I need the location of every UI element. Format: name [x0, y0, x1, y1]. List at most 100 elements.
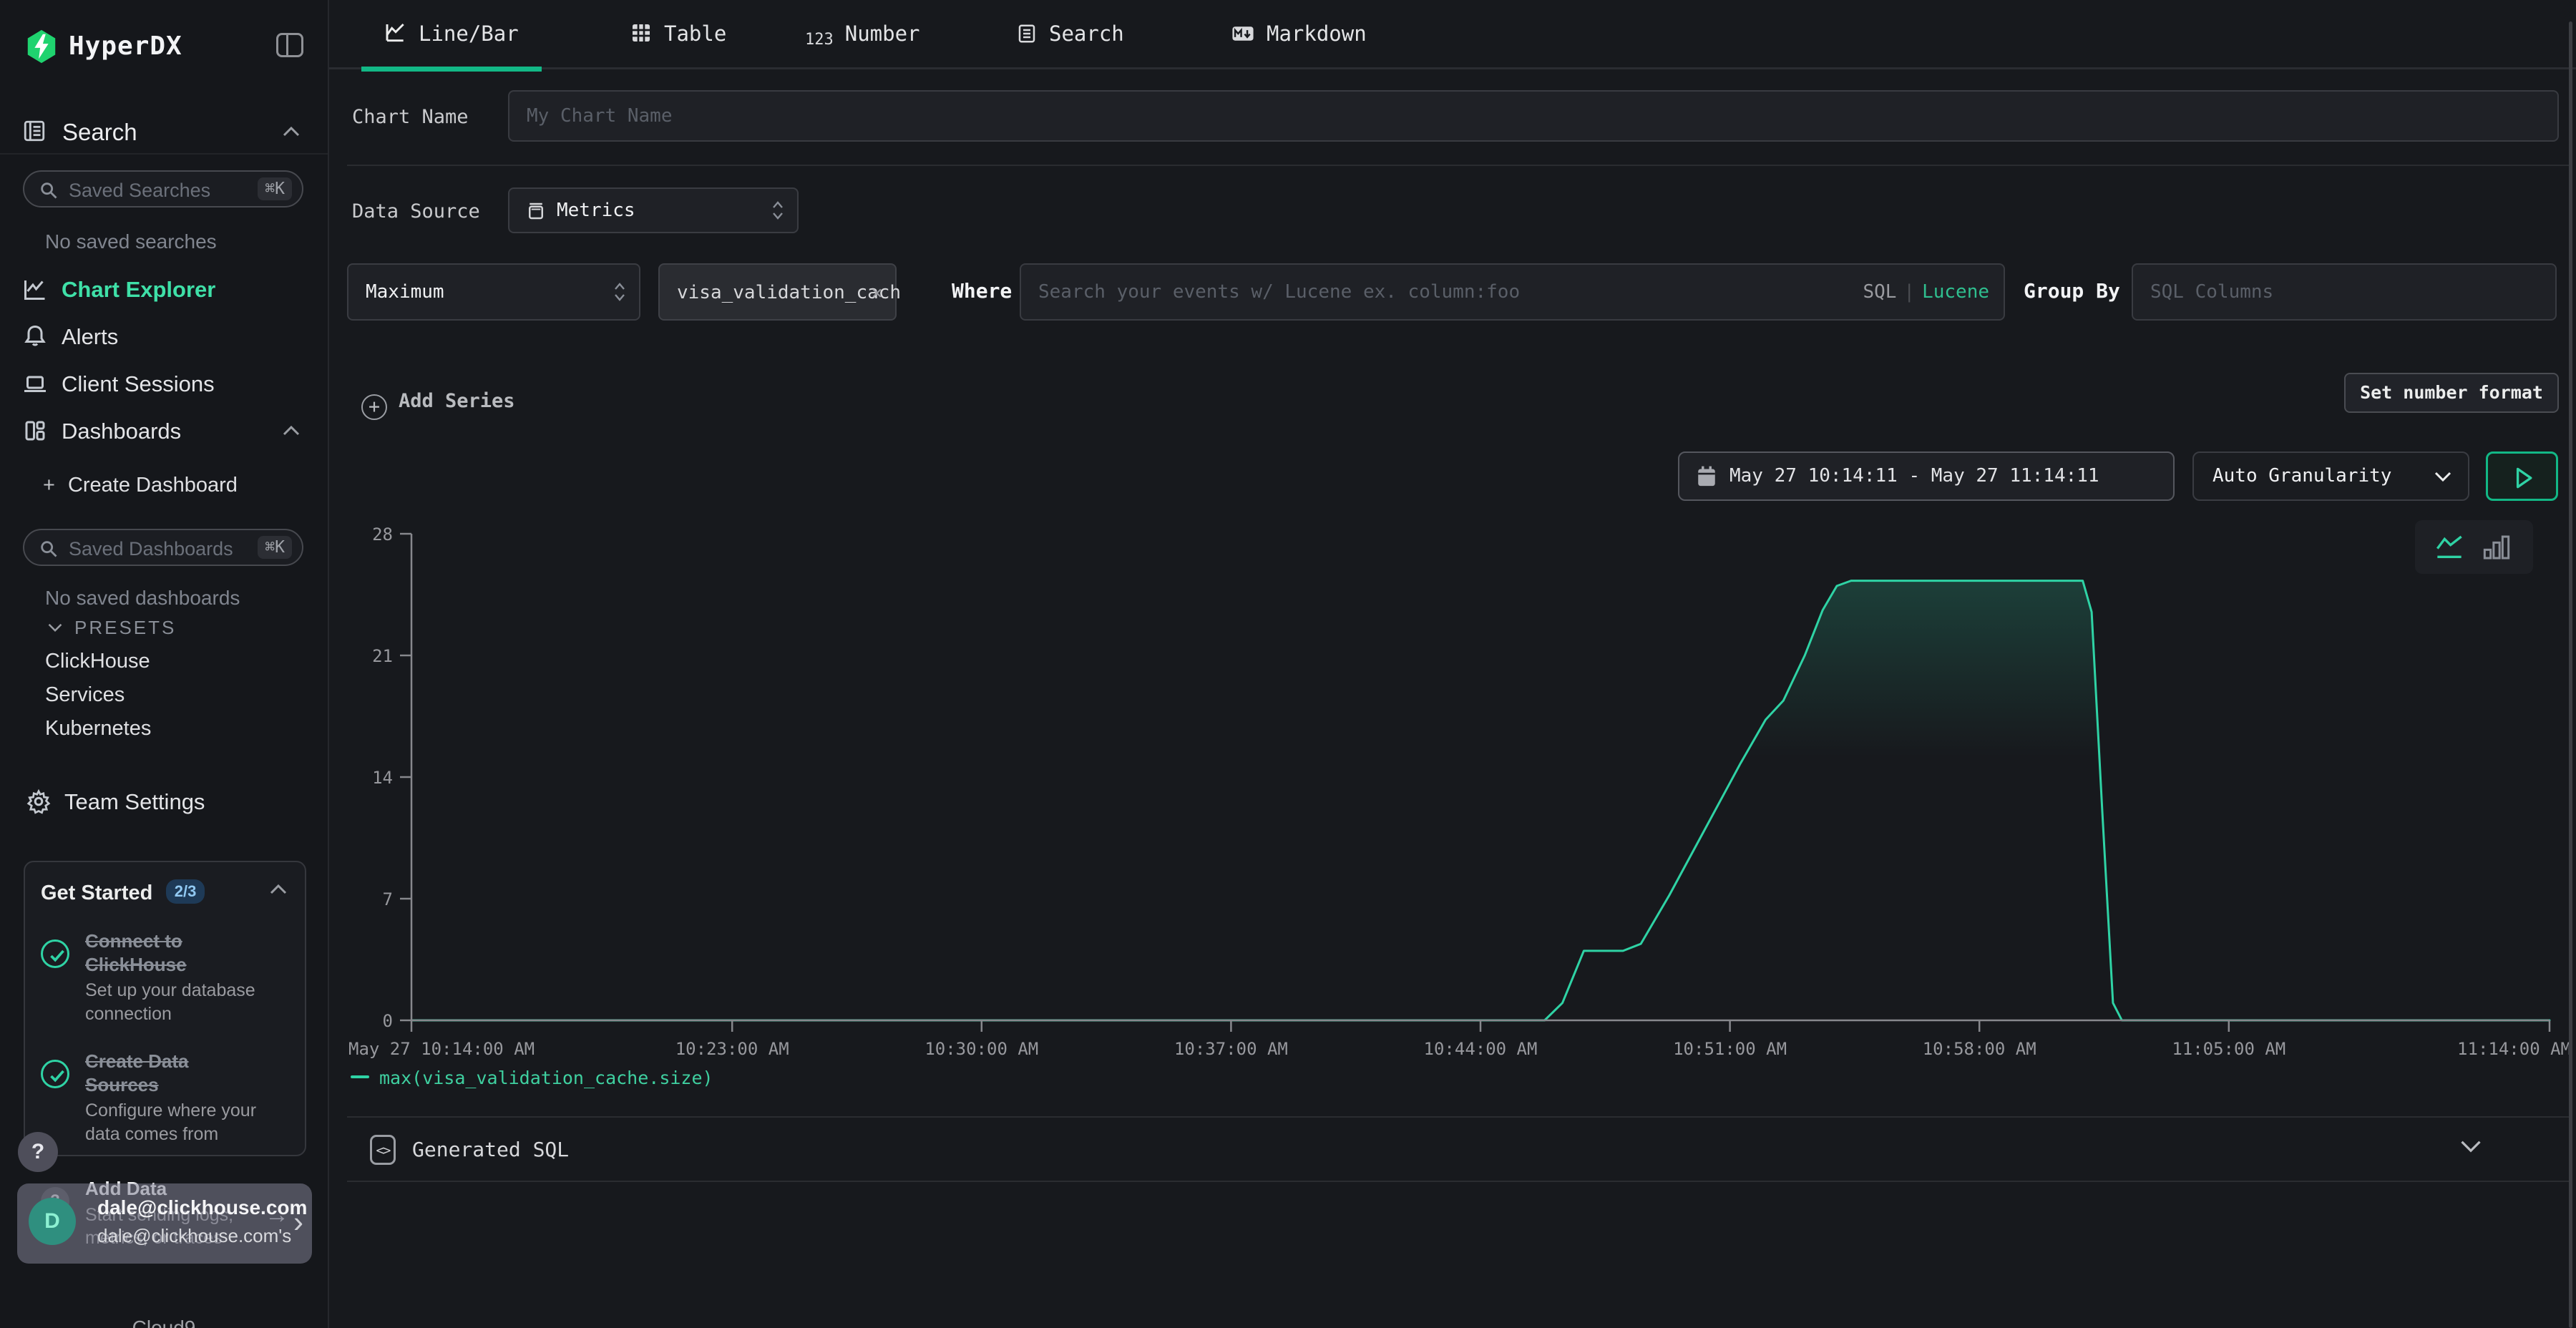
sidebar-search-label: Search: [62, 119, 137, 146]
sidebar-item-dashboards[interactable]: Dashboards: [0, 412, 328, 454]
presets-header[interactable]: PRESETS: [47, 617, 176, 639]
search-icon: [39, 180, 59, 200]
get-started-step-connect[interactable]: Connect to ClickHouse Set up your databa…: [41, 929, 289, 1025]
chevron-up-icon[interactable]: [269, 884, 288, 895]
help-button[interactable]: ?: [18, 1132, 58, 1172]
team-name-clipped: Cloud9: [0, 1317, 328, 1328]
sidebar-item-label: Dashboards: [62, 419, 181, 444]
aggregation-select[interactable]: Maximum: [347, 263, 640, 321]
chevron-up-icon[interactable]: [282, 425, 301, 436]
tab-line-bar[interactable]: Line/Bar: [384, 0, 519, 69]
svg-text:28: 28: [372, 524, 393, 545]
granularity-value: Auto Granularity: [2212, 465, 2391, 487]
chevron-up-icon[interactable]: [282, 126, 301, 137]
no-saved-dashboards-note: No saved dashboards: [45, 587, 240, 610]
user-menu[interactable]: D dale@clickhouse.com dale@clickhouse.co…: [17, 1183, 312, 1264]
close-icon[interactable]: ✕: [872, 282, 882, 303]
calendar-icon: [1695, 464, 1718, 489]
laptop-icon: [22, 371, 48, 396]
saved-dashboards-placeholder: Saved Dashboards: [69, 538, 233, 560]
dashboard-grid-icon: [22, 418, 48, 444]
sidebar-collapse-icon[interactable]: [276, 33, 303, 57]
sidebar-item-label: Alerts: [62, 324, 118, 350]
chart-name-input[interactable]: [508, 90, 2559, 142]
run-query-button[interactable]: [2486, 451, 2558, 501]
svg-text:0: 0: [383, 1011, 393, 1031]
main-content: Line/Bar Table 123Number: [329, 0, 2576, 1328]
sidebar-item-label: Client Sessions: [62, 371, 215, 397]
preset-item-services[interactable]: Services: [45, 683, 125, 707]
where-search-input[interactable]: [1020, 263, 2005, 321]
select-chevrons-icon: [613, 281, 626, 303]
user-team: dale@clickhouse.com's: [97, 1225, 291, 1247]
sidebar-item-chart-explorer[interactable]: Chart Explorer: [0, 270, 328, 312]
step-title: Create Data Sources: [85, 1050, 264, 1096]
metric-field-tag[interactable]: visa_validation_cach ✕: [658, 263, 897, 321]
svg-text:7: 7: [383, 889, 393, 909]
select-chevrons-icon: [771, 200, 784, 221]
plus-circle-icon: +: [361, 394, 387, 420]
group-by-label: Group By: [2024, 279, 2120, 303]
hyperdx-app: HyperDX Search Saved Searches ⌘K No save…: [0, 0, 2576, 1328]
sidebar-item-team-settings[interactable]: Team Settings: [0, 783, 328, 824]
svg-text:10:23:00 AM: 10:23:00 AM: [675, 1039, 789, 1059]
saved-dashboards-input[interactable]: Saved Dashboards ⌘K: [23, 529, 303, 566]
check-circle-icon: [41, 939, 69, 968]
data-source-select[interactable]: Metrics: [508, 187, 799, 233]
svg-text:10:51:00 AM: 10:51:00 AM: [1673, 1039, 1787, 1059]
get-started-step-sources[interactable]: Create Data Sources Configure where your…: [41, 1050, 289, 1146]
logo-row: HyperDX: [0, 29, 328, 66]
sidebar-item-label: Team Settings: [64, 789, 205, 815]
create-dashboard-button[interactable]: +Create Dashboard: [43, 474, 238, 497]
sql-toggle[interactable]: SQL: [1863, 281, 1896, 303]
where-input-wrap: SQL|Lucene: [1020, 263, 2005, 321]
data-source-value: Metrics: [557, 200, 635, 221]
preset-item-clickhouse[interactable]: ClickHouse: [45, 650, 150, 673]
database-icon: [525, 200, 547, 222]
sidebar-item-client-sessions[interactable]: Client Sessions: [0, 365, 328, 406]
tab-search[interactable]: Search: [1016, 0, 1124, 69]
vertical-scrollbar[interactable]: [2569, 21, 2572, 1328]
saved-searches-input[interactable]: Saved Searches ⌘K: [23, 170, 303, 208]
svg-text:21: 21: [372, 646, 393, 666]
shortcut-badge: ⌘K: [258, 536, 292, 559]
timeseries-chart[interactable]: 07142128May 27 10:14:00 AM10:23:00 AM10:…: [347, 514, 2572, 1066]
line-chart-icon: [384, 21, 407, 44]
svg-text:10:30:00 AM: 10:30:00 AM: [924, 1039, 1038, 1059]
chart-legend[interactable]: max(visa_validation_cache.size): [351, 1068, 713, 1088]
set-number-format-button[interactable]: Set number format: [2344, 373, 2559, 413]
tab-table[interactable]: Table: [630, 0, 726, 69]
tab-markdown[interactable]: Markdown: [1231, 0, 1367, 69]
search-icon: [39, 539, 59, 559]
where-label: Where: [952, 279, 1012, 303]
sidebar-section-search[interactable]: Search: [0, 113, 328, 153]
code-icon: <>: [370, 1135, 396, 1165]
section-divider: [347, 1181, 2570, 1182]
chart-line-icon: [22, 276, 48, 302]
sidebar-item-alerts[interactable]: Alerts: [0, 318, 328, 359]
group-by-input[interactable]: [2132, 263, 2557, 321]
step-subtitle: Configure where your data comes from: [85, 1099, 257, 1146]
avatar: D: [29, 1198, 76, 1245]
sidebar-item-label: Chart Explorer: [62, 277, 215, 303]
metric-field-name: visa_validation_cach: [677, 282, 901, 303]
preset-item-kubernetes[interactable]: Kubernetes: [45, 717, 151, 741]
get-started-title: Get Started: [41, 882, 152, 905]
hyperdx-logo-icon: [24, 29, 59, 64]
tab-number[interactable]: 123Number: [805, 0, 920, 69]
query-language-toggle: SQL|Lucene: [1863, 281, 1989, 303]
saved-searches-placeholder: Saved Searches: [69, 180, 210, 202]
no-saved-searches-note: No saved searches: [45, 230, 217, 253]
aggregation-value: Maximum: [366, 281, 444, 303]
chevron-down-icon[interactable]: [2459, 1139, 2483, 1153]
chevron-down-icon: [2434, 470, 2452, 483]
sidebar: HyperDX Search Saved Searches ⌘K No save…: [0, 0, 329, 1328]
add-series-button[interactable]: +Add Series: [361, 390, 515, 421]
section-divider: [347, 165, 2570, 166]
svg-text:11:05:00 AM: 11:05:00 AM: [2172, 1039, 2285, 1059]
granularity-select[interactable]: Auto Granularity: [2192, 451, 2469, 501]
date-range-picker[interactable]: May 27 10:14:11 - May 27 11:14:11: [1678, 451, 2175, 501]
generated-sql-row[interactable]: <> Generated SQL: [329, 1118, 2576, 1181]
chevron-right-icon: ›: [293, 1205, 303, 1239]
lucene-toggle[interactable]: Lucene: [1922, 281, 1989, 303]
